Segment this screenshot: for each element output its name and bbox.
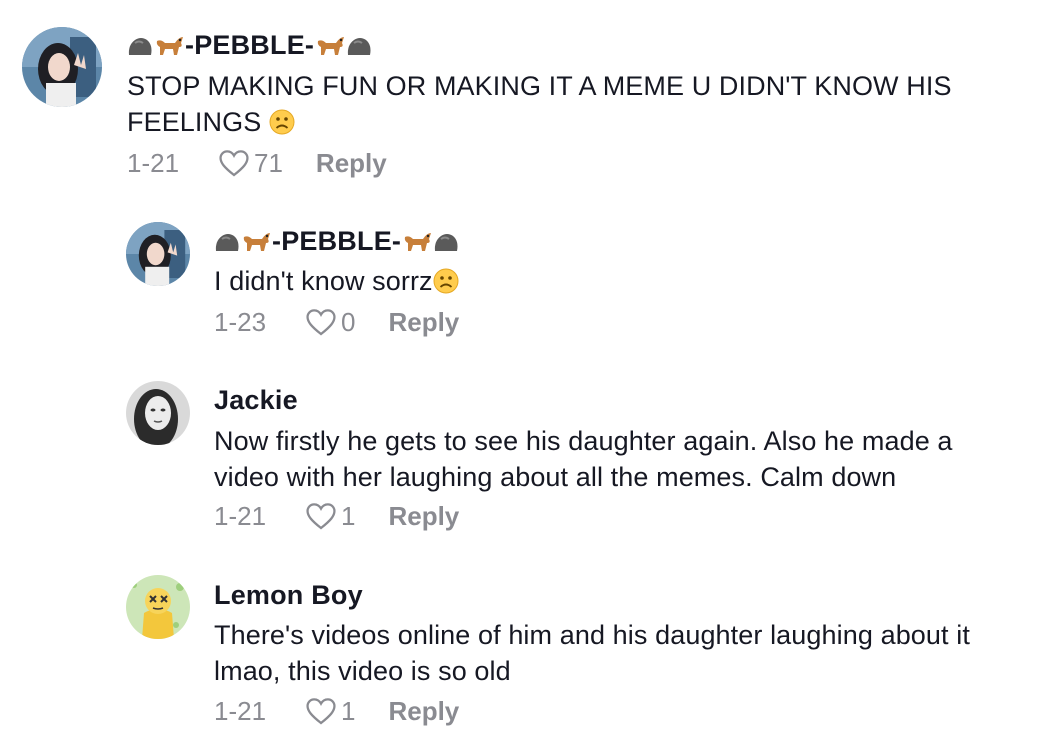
comment-text: There's videos online of him and his dau… (214, 617, 1054, 689)
comment-text: STOP MAKING FUN OR MAKING IT A MEME U DI… (127, 71, 952, 137)
username[interactable]: Lemon Boy (214, 580, 363, 611)
comment-date: 1-21 (127, 147, 180, 178)
avatar[interactable] (22, 27, 102, 107)
rock-icon (128, 37, 152, 55)
reply-button[interactable]: Reply (316, 148, 387, 179)
username-text: Jackie (214, 385, 298, 415)
comment-meta: 1-23 0 Reply (214, 305, 459, 339)
dog-icon (156, 36, 183, 55)
comment-text-line: video with her laughing about all the me… (214, 462, 897, 492)
rock-icon (434, 233, 458, 251)
frowning-face-emoji (433, 268, 459, 294)
comment-meta: 1-21 1 Reply (214, 499, 459, 533)
username-text: -PEBBLE- (185, 30, 315, 60)
like-button[interactable]: 1 (304, 499, 355, 533)
frowning-face-emoji (269, 109, 295, 135)
like-count: 71 (254, 147, 283, 178)
comment-date: 1-21 (214, 695, 267, 726)
comment-text: Now firstly he gets to see his daughter … (214, 423, 1054, 495)
like-button[interactable]: 1 (304, 694, 355, 728)
dog-icon (317, 36, 345, 55)
username[interactable]: -PEBBLE- (127, 30, 372, 61)
like-button[interactable]: 71 (217, 146, 283, 180)
reply-button[interactable]: Reply (388, 696, 459, 727)
username-text: Lemon Boy (214, 580, 363, 610)
dog-icon (243, 232, 270, 251)
like-button[interactable]: 0 (304, 305, 355, 339)
rock-icon (215, 233, 239, 251)
heart-outline-icon (219, 150, 249, 177)
comment-date: 1-23 (214, 306, 267, 337)
avatar[interactable] (126, 222, 190, 286)
like-count: 1 (341, 500, 356, 531)
avatar[interactable] (126, 575, 190, 639)
username[interactable]: -PEBBLE- (214, 226, 459, 257)
comment-text: I didn't know sorrz (214, 263, 1034, 299)
username[interactable]: Jackie (214, 385, 298, 416)
like-count: 1 (341, 695, 356, 726)
dog-icon (404, 232, 432, 251)
username-text: -PEBBLE- (272, 226, 402, 256)
avatar[interactable] (126, 381, 190, 445)
heart-outline-icon (306, 309, 336, 336)
comment-meta: 1-21 71 Reply (127, 146, 387, 180)
comment-meta: 1-21 1 Reply (214, 694, 459, 728)
heart-outline-icon (306, 503, 336, 530)
reply-button[interactable]: Reply (388, 501, 459, 532)
reply-button[interactable]: Reply (388, 307, 459, 338)
rock-icon (347, 37, 371, 55)
like-count: 0 (341, 306, 356, 337)
comment-text-line: There's videos online of him and his dau… (214, 620, 970, 650)
comment-text-line: lmao, this video is so old (214, 656, 511, 686)
comment-date: 1-21 (214, 500, 267, 531)
heart-outline-icon (306, 698, 336, 725)
comment-text-line: Now firstly he gets to see his daughter … (214, 426, 953, 456)
